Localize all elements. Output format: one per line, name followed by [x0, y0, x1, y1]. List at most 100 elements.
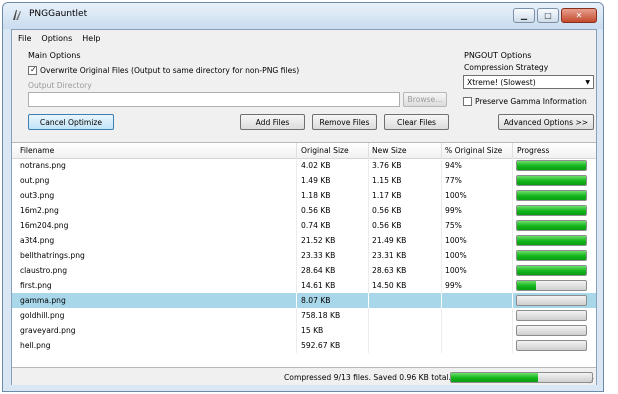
row-progress-bar [516, 160, 587, 171]
row-progress-bar [516, 175, 587, 186]
column-divider [296, 323, 297, 338]
row-progress-fill [517, 206, 586, 215]
compression-strategy-value: Xtreme! (Slowest) [467, 77, 536, 87]
column-divider [441, 293, 442, 308]
overwrite-label: Overwrite Original Files (Output to same… [40, 66, 300, 75]
resize-grip-icon[interactable]: ⋰ [588, 377, 596, 385]
add-files-button[interactable]: Add Files [240, 114, 305, 130]
table-row[interactable]: gamma.png 8.07 KB [12, 293, 596, 308]
output-directory-input[interactable] [28, 92, 400, 107]
table-row[interactable]: out3.png 1.18 KB 1.17 KB 100% [12, 188, 596, 203]
filename-cell: graveyard.png [20, 326, 76, 335]
filename-cell: goldhill.png [20, 311, 65, 320]
overall-progress-fill [451, 373, 539, 382]
maximize-button[interactable]: □ [537, 8, 559, 23]
column-divider [441, 158, 442, 173]
column-divider [512, 218, 513, 233]
table-row[interactable]: hell.png 592.67 KB [12, 338, 596, 353]
row-progress-fill [517, 191, 586, 200]
table-row[interactable]: bellthatrings.png 23.33 KB 23.31 KB 100% [12, 248, 596, 263]
table-row[interactable]: graveyard.png 15 KB [12, 323, 596, 338]
column-divider [512, 278, 513, 293]
table-row[interactable]: claustro.png 28.64 KB 28.63 KB 100% [12, 263, 596, 278]
advanced-options-button[interactable]: Advanced Options >> [498, 114, 594, 130]
table-row[interactable]: out.png 1.49 KB 1.15 KB 77% [12, 173, 596, 188]
column-divider [296, 173, 297, 188]
new-size-cell: 1.17 KB [372, 191, 402, 200]
table-row[interactable]: first.png 14.61 KB 14.50 KB 99% [12, 278, 596, 293]
table-row[interactable]: notrans.png 4.02 KB 3.76 KB 94% [12, 158, 596, 173]
row-progress-bar [516, 280, 587, 291]
menu-help[interactable]: Help [82, 34, 100, 43]
preserve-gamma-checkbox[interactable] [463, 97, 472, 106]
column-divider [296, 308, 297, 323]
column-original-size[interactable]: Original Size [301, 146, 349, 155]
header-divider [441, 143, 442, 158]
new-size-cell: 3.76 KB [372, 161, 402, 170]
status-bar: Compressed 9/13 files. Saved 0.96 KB tot… [12, 370, 596, 385]
cancel-optimize-button[interactable]: Cancel Optimize [28, 114, 114, 130]
column-new-size[interactable]: New Size [372, 146, 407, 155]
new-size-cell: 14.50 KB [372, 281, 407, 290]
original-size-cell: 8.07 KB [301, 296, 331, 305]
filename-cell: hell.png [20, 341, 51, 350]
filename-cell: out.png [20, 176, 50, 185]
column-divider [368, 158, 369, 173]
percent-cell: 75% [445, 221, 462, 230]
original-size-cell: 758.18 KB [301, 311, 341, 320]
column-divider [512, 293, 513, 308]
column-filename[interactable]: Filename [20, 146, 54, 155]
filename-cell: bellthatrings.png [20, 251, 85, 260]
header-divider [512, 143, 513, 158]
row-progress-bar [516, 220, 587, 231]
client-area: File Options Help Main Options ✓ Overwri… [11, 29, 597, 385]
table-row[interactable]: a3t4.png 21.52 KB 21.49 KB 100% [12, 233, 596, 248]
percent-cell: 99% [445, 281, 462, 290]
column-progress[interactable]: Progress [517, 146, 549, 155]
menu-file[interactable]: File [18, 34, 31, 43]
column-divider [296, 263, 297, 278]
remove-files-button[interactable]: Remove Files [312, 114, 377, 130]
row-progress-bar [516, 295, 587, 306]
compression-strategy-select[interactable]: Xtreme! (Slowest) ▼ [463, 75, 594, 89]
close-button[interactable]: ✕ [561, 8, 597, 23]
column-divider [512, 173, 513, 188]
clear-files-button[interactable]: Clear Files [384, 114, 449, 130]
percent-cell: 100% [445, 266, 467, 275]
file-list[interactable]: Filename Original Size New Size % Origin… [12, 142, 596, 368]
percent-cell: 94% [445, 161, 462, 170]
column-divider [368, 203, 369, 218]
minimize-button[interactable]: ▁ [513, 8, 535, 23]
filename-cell: 16m2.png [20, 206, 59, 215]
preserve-gamma-label: Preserve Gamma Information [475, 97, 587, 106]
filename-cell: claustro.png [20, 266, 68, 275]
row-progress-fill [517, 251, 586, 260]
row-progress-fill [517, 161, 586, 170]
column-percent[interactable]: % Original Size [445, 146, 502, 155]
browse-button[interactable]: Browse... [403, 92, 447, 107]
column-divider [296, 248, 297, 263]
column-divider [296, 158, 297, 173]
title-bar[interactable]: PNGGauntlet ▁ □ ✕ [3, 3, 603, 29]
table-row[interactable]: goldhill.png 758.18 KB [12, 308, 596, 323]
percent-cell: 100% [445, 191, 467, 200]
column-divider [296, 218, 297, 233]
table-row[interactable]: 16m204.png 0.74 KB 0.56 KB 75% [12, 218, 596, 233]
original-size-cell: 0.74 KB [301, 221, 331, 230]
filename-cell: a3t4.png [20, 236, 55, 245]
column-divider [512, 323, 513, 338]
menu-options[interactable]: Options [41, 34, 72, 43]
row-progress-bar [516, 325, 587, 336]
filename-cell: gamma.png [20, 296, 66, 305]
table-row[interactable]: 16m2.png 0.56 KB 0.56 KB 99% [12, 203, 596, 218]
compression-strategy-label: Compression Strategy [464, 63, 549, 72]
filename-cell: notrans.png [20, 161, 66, 170]
window-title: PNGGauntlet [29, 9, 88, 19]
column-divider [368, 338, 369, 353]
column-divider [441, 323, 442, 338]
original-size-cell: 21.52 KB [301, 236, 336, 245]
column-divider [441, 173, 442, 188]
row-progress-fill [517, 176, 586, 185]
row-progress-bar [516, 265, 587, 276]
overwrite-checkbox[interactable]: ✓ [28, 65, 37, 75]
